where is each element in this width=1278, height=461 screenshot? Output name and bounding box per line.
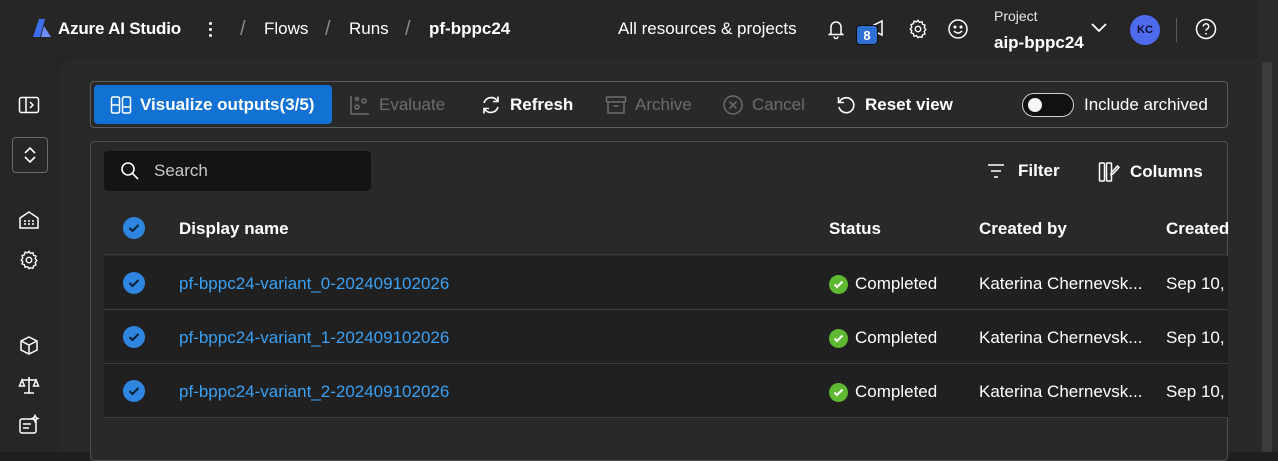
- table-header: Display name Status Created by Created: [104, 202, 1229, 255]
- avatar[interactable]: KC: [1130, 15, 1160, 45]
- column-header-status[interactable]: Status: [829, 219, 881, 239]
- reset-icon: [837, 96, 855, 114]
- evaluate-button[interactable]: Evaluate: [349, 92, 445, 118]
- include-archived-label: Include archived: [1084, 95, 1208, 114]
- archive-icon: [605, 96, 627, 114]
- page-scrollbar-thumb[interactable]: [1262, 62, 1272, 452]
- model-cube-icon[interactable]: [17, 334, 41, 358]
- top-bar: Azure AI Studio / Flows / Runs / pf-bppc…: [0, 0, 1278, 60]
- more-options-icon[interactable]: [202, 16, 218, 42]
- filter-label: Filter: [1018, 161, 1060, 180]
- divider: [1176, 18, 1177, 42]
- help-icon[interactable]: [1194, 17, 1218, 41]
- checkmark-icon: [128, 224, 140, 233]
- status-cell: Completed: [829, 328, 937, 348]
- columns-button[interactable]: Columns: [1098, 161, 1203, 183]
- refresh-button[interactable]: Refresh: [480, 92, 573, 118]
- created-by-cell: Katerina Chernevsk...: [979, 274, 1143, 293]
- breadcrumb-current: pf-bppc24: [429, 19, 511, 38]
- evaluate-chart-icon: [350, 96, 369, 115]
- prompt-sparkle-icon[interactable]: [17, 413, 41, 437]
- success-check-icon: [829, 274, 848, 294]
- visualize-outputs-button[interactable]: Visualize outputs(3/5): [94, 85, 332, 124]
- columns-label: Columns: [1130, 162, 1203, 181]
- row-checkbox[interactable]: [123, 326, 145, 348]
- hub-switcher-button[interactable]: [12, 137, 48, 173]
- breadcrumb-separator: /: [240, 18, 246, 40]
- toggle-knob: [1028, 98, 1042, 112]
- column-header-created[interactable]: Created: [1166, 219, 1229, 239]
- run-name-link[interactable]: pf-bppc24-variant_2-202409102026: [179, 382, 449, 402]
- building-icon[interactable]: [17, 208, 41, 232]
- table-row[interactable]: pf-bppc24-variant_2-202409102026 Complet…: [104, 364, 1228, 418]
- column-header-created-by[interactable]: Created by: [979, 219, 1067, 239]
- refresh-icon: [483, 96, 499, 114]
- expand-panel-icon[interactable]: [17, 93, 41, 117]
- created-by-cell: Katerina Chernevsk...: [979, 382, 1143, 401]
- search-icon: [121, 162, 139, 180]
- reset-view-button[interactable]: Reset view: [835, 92, 953, 118]
- cancel-label: Cancel: [752, 95, 805, 114]
- status-text: Completed: [855, 382, 938, 401]
- checkmark-icon: [128, 333, 140, 342]
- created-by-cell: Katerina Chernevsk...: [979, 328, 1143, 347]
- evaluate-label: Evaluate: [379, 95, 446, 114]
- archive-label: Archive: [635, 95, 692, 114]
- created-cell: Sep 10,: [1166, 328, 1225, 347]
- success-check-icon: [829, 328, 848, 348]
- row-checkbox[interactable]: [123, 380, 145, 402]
- breadcrumb-flows[interactable]: Flows: [264, 19, 308, 39]
- notification-count-badge: 8: [856, 25, 878, 45]
- column-header-display-name[interactable]: Display name: [179, 219, 289, 239]
- settings-gear-icon[interactable]: [17, 248, 41, 272]
- azure-logo-icon: [33, 19, 51, 37]
- include-archived-toggle[interactable]: [1022, 93, 1074, 117]
- all-resources-link[interactable]: All resources & projects: [618, 19, 797, 39]
- filter-icon: [988, 164, 1004, 178]
- row-checkbox[interactable]: [123, 272, 145, 294]
- search-input[interactable]: [154, 161, 354, 181]
- cancel-button[interactable]: Cancel: [722, 92, 805, 118]
- project-label: Project: [994, 8, 1038, 24]
- breadcrumb-separator: /: [405, 18, 411, 40]
- created-cell: Sep 10,: [1166, 382, 1225, 401]
- breadcrumb-runs[interactable]: Runs: [349, 19, 389, 39]
- run-name-link[interactable]: pf-bppc24-variant_0-202409102026: [179, 274, 449, 294]
- app-title[interactable]: Azure AI Studio: [58, 19, 181, 39]
- search-box[interactable]: [104, 151, 371, 191]
- breadcrumb-separator: /: [325, 18, 331, 40]
- project-name[interactable]: aip-bppc24: [994, 33, 1084, 53]
- visualize-outputs-label: Visualize outputs(3/5): [140, 94, 315, 114]
- table-row[interactable]: pf-bppc24-variant_0-202409102026 Complet…: [104, 256, 1228, 310]
- checkmark-icon: [128, 387, 140, 396]
- left-nav-rail: [0, 60, 60, 452]
- reset-view-label: Reset view: [865, 95, 953, 114]
- settings-gear-icon[interactable]: [905, 16, 931, 42]
- chevron-down-icon[interactable]: [1089, 20, 1109, 36]
- smiley-feedback-icon[interactable]: [945, 16, 971, 42]
- select-all-checkbox[interactable]: [123, 217, 145, 239]
- columns-edit-icon: [1098, 162, 1120, 182]
- success-check-icon: [829, 382, 848, 402]
- notification-bell-icon[interactable]: [823, 16, 849, 42]
- status-cell: Completed: [829, 382, 937, 402]
- filter-button[interactable]: Filter: [986, 161, 1060, 181]
- status-cell: Completed: [829, 274, 937, 294]
- run-name-link[interactable]: pf-bppc24-variant_1-202409102026: [179, 328, 449, 348]
- balance-scale-icon[interactable]: [17, 373, 41, 397]
- status-text: Completed: [855, 274, 938, 293]
- chevron-up-down-icon: [24, 146, 36, 164]
- status-text: Completed: [855, 328, 938, 347]
- created-cell: Sep 10,: [1166, 274, 1225, 293]
- checkmark-icon: [128, 279, 140, 288]
- compare-icon: [110, 95, 132, 114]
- cancel-icon: [723, 95, 743, 115]
- archive-button[interactable]: Archive: [605, 92, 692, 118]
- refresh-label: Refresh: [510, 95, 574, 114]
- table-row[interactable]: pf-bppc24-variant_1-202409102026 Complet…: [104, 310, 1228, 364]
